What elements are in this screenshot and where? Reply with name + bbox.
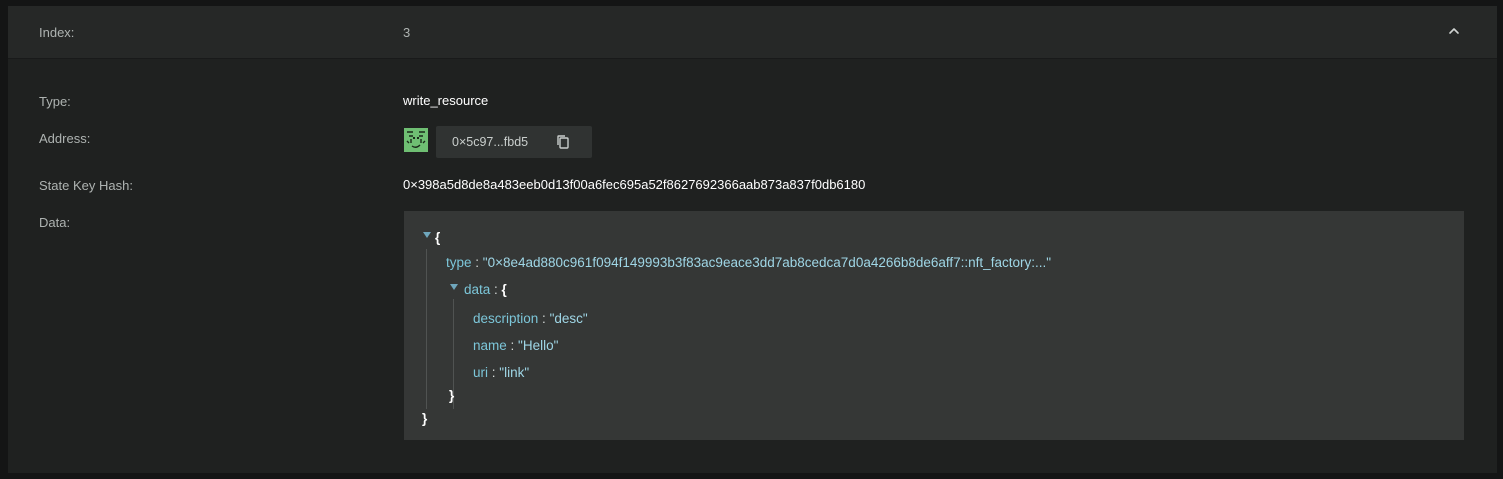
json-description-key: description <box>473 311 539 326</box>
json-description-separator: : <box>538 311 550 326</box>
address-value[interactable]: 0×5c97...fbd5 <box>452 134 528 150</box>
json-data-close-brace: } <box>449 388 455 403</box>
json-type-key: type <box>446 255 472 270</box>
caret-down-icon[interactable] <box>423 232 431 238</box>
data-label: Data: <box>39 215 71 230</box>
address-chip[interactable]: 0×5c97...fbd5 <box>436 126 592 158</box>
json-uri-separator: : <box>488 365 500 380</box>
chevron-up-icon[interactable] <box>1446 23 1462 39</box>
type-label: Type: <box>39 94 71 109</box>
json-uri-value: "link" <box>499 365 530 380</box>
transaction-change-card: Index: 3 Type: write_resource Address: 0… <box>8 6 1497 473</box>
json-type-value: "0×8e4ad880c961f094f149993b3f83ac9eace3d… <box>482 255 1052 270</box>
json-uri-row: uri : "link" <box>473 365 529 381</box>
type-value: write_resource <box>403 93 489 108</box>
json-description-value: "desc" <box>549 311 588 326</box>
json-type-separator: : <box>471 255 483 270</box>
identicon-avatar[interactable] <box>404 128 428 152</box>
json-name-separator: : <box>506 338 519 353</box>
change-card-header[interactable]: Index: 3 <box>8 6 1497 59</box>
state-key-hash-label: State Key Hash: <box>39 178 133 193</box>
json-data-open-brace: { <box>501 282 507 297</box>
json-type-row: type : "0×8e4ad880c961f094f149993b3f83ac… <box>446 255 1051 271</box>
address-label: Address: <box>39 131 91 146</box>
json-name-row: name : "Hello" <box>473 338 558 354</box>
index-value: 3 <box>403 25 411 40</box>
json-root-guide-line <box>426 249 427 409</box>
json-uri-key: uri <box>473 365 489 380</box>
json-root-open-brace: { <box>435 230 441 245</box>
state-key-hash-value: 0×398a5d8de8a483eeb0d13f00a6fec695a52f86… <box>403 177 866 192</box>
caret-down-icon[interactable] <box>450 284 458 290</box>
json-root-close-brace: } <box>422 411 428 426</box>
json-data-row: data : { <box>464 282 507 298</box>
json-data-separator: : <box>490 282 502 297</box>
json-name-value: "Hello" <box>518 338 559 353</box>
json-name-key: name <box>473 338 507 353</box>
index-label: Index: <box>39 25 75 40</box>
copy-icon[interactable] <box>554 133 572 151</box>
json-viewer: { type : "0×8e4ad880c961f094f149993b3f83… <box>404 211 1464 440</box>
json-description-row: description : "desc" <box>473 311 588 327</box>
json-data-key: data <box>464 282 491 297</box>
